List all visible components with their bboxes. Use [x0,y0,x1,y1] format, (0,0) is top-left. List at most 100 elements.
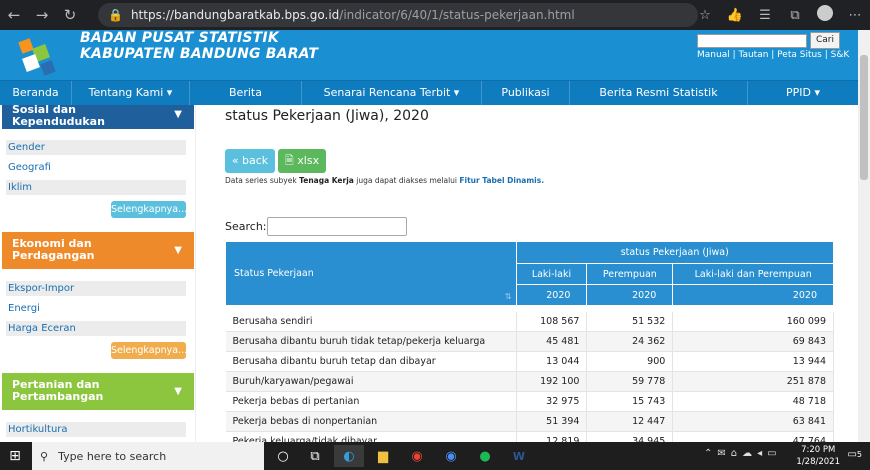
dynamic-table-link[interactable]: Fitur Tabel Dinamis. [459,176,544,185]
column-label: Status Pekerjaan [234,268,314,279]
sidebar-section-ekonomi[interactable]: Ekonomi dan Perdagangan ▼ [2,232,194,269]
cell-value: 69 843 [672,331,834,352]
table-search-label: Search: [225,220,267,233]
cell-value: 51 394 [516,411,588,432]
extension-icon[interactable]: 👍 [720,8,750,23]
sidebar-item-geografi[interactable]: Geografi [6,160,186,175]
table-row: Berusaha dibantu buruh tidak tetap/peker… [225,331,834,352]
clock-date: 1/28/2021 [796,457,840,467]
sidebar-section-pertanian[interactable]: Pertanian dan Pertambangan ▼ [2,373,194,410]
more-button-sosial[interactable]: Selengkapnya... [111,201,187,218]
cell-value: 51 532 [586,311,674,332]
bps-logo[interactable] [14,32,70,78]
table-row: Pekerja keluarga/tidak dibayar 12 819 34… [225,431,834,442]
nav-ppid[interactable]: PPID ▾ [748,81,858,105]
row-label: Pekerja bebas di nonpertanian [225,411,517,432]
row-label: Berusaha dibantu buruh tetap dan dibayar [225,351,517,372]
sidebar-section-label: Ekonomi dan Perdagangan [12,237,95,262]
row-label: Berusaha dibantu buruh tidak tetap/peker… [225,331,517,352]
sidebar-item-energi[interactable]: Energi [6,301,186,316]
sidebar-item-harga-eceran[interactable]: Harga Eceran [6,321,186,336]
system-tray-icons[interactable]: ⌃✉⌂☁◂▭ [704,448,782,459]
header-year[interactable]: 2020 [672,284,834,306]
task-view-icon[interactable]: ⧉ [300,445,330,467]
scrollbar-thumb[interactable] [860,55,868,180]
data-series-note: Data series subyek Tenaga Kerja juga dap… [225,176,544,185]
forward-arrow-icon[interactable]: → [28,0,56,30]
cell-value: 59 778 [586,371,674,392]
word-icon[interactable]: W [504,445,534,467]
profile-avatar[interactable] [810,5,840,25]
windows-start-icon[interactable]: ⊞ [0,442,30,470]
sidebar-item-hortikultura[interactable]: Hortikultura [6,422,186,437]
table-row: Buruh/karyawan/pegawai 192 100 59 778 25… [225,371,834,392]
header-laki-perempuan: Laki-laki dan Perempuan [672,263,834,285]
cell-value: 13 944 [672,351,834,372]
site-search-input[interactable] [697,34,807,48]
back-button[interactable]: « back [225,149,275,173]
sidebar-section-label: Pertanian dan Pertambangan [12,378,104,403]
header-year[interactable]: 2020 [586,284,674,306]
cell-value: 13 044 [516,351,588,372]
lock-icon: 🔒 [108,8,123,22]
table-row: Berusaha sendiri 108 567 51 532 160 099 [225,311,834,332]
utility-links[interactable]: Manual | Tautan | Peta Situs | S&K [697,50,849,60]
row-label: Berusaha sendiri [225,311,517,332]
main-content: status Pekerjaan (Jiwa), 2020 « back 🗎 x… [208,105,858,442]
notification-icon[interactable]: ▭5 [847,449,862,460]
sidebar-section-sosial[interactable]: Sosial dan Kependudukan ▼ [2,105,194,129]
header-group: status Pekerjaan (Jiwa) [515,241,835,264]
row-label: Pekerja bebas di pertanian [225,391,517,412]
file-explorer-icon[interactable]: ▆ [368,445,398,467]
browser-toolbar: ← → ↻ 🔒 https://bandungbaratkab.bps.go.i… [0,0,870,30]
main-nav: Beranda Tentang Kami ▾ Berita Senarai Re… [0,80,858,105]
header-perempuan: Perempuan [586,263,674,285]
more-button-ekonomi[interactable]: Selengkapnya... [111,342,187,359]
windows-taskbar: ⊞ ⚲ Type here to search ○ ⧉ ◐ ▆ ◉ ◉ ● W … [0,442,870,470]
reload-icon[interactable]: ↻ [56,0,84,30]
taskbar-clock[interactable]: 7:20 PM 1/28/2021 [796,444,840,468]
nav-berita[interactable]: Berita [190,81,302,105]
chrome-profile-icon[interactable]: ◉ [436,445,466,467]
cell-value: 48 718 [672,391,834,412]
taskbar-search[interactable]: ⚲ Type here to search [32,442,264,470]
nav-publikasi[interactable]: Publikasi [482,81,570,105]
back-arrow-icon[interactable]: ← [0,0,28,30]
table-row: Berusaha dibantu buruh tetap dan dibayar… [225,351,834,372]
xlsx-download-button[interactable]: 🗎 xlsx [278,149,326,173]
sidebar-item-iklim[interactable]: Iklim [6,180,186,195]
header-laki-laki: Laki-laki [515,263,588,285]
edge-icon[interactable]: ◐ [334,445,364,467]
site-search-button[interactable]: Cari [810,32,840,49]
chrome-icon[interactable]: ◉ [402,445,432,467]
cell-value: 15 743 [586,391,674,412]
note-subject: Tenaga Kerja [299,176,354,185]
sidebar-item-ekspor-impor[interactable]: Ekspor-Impor [6,281,186,296]
cell-value: 108 567 [516,311,588,332]
org-name-line1: BADAN PUSAT STATISTIK [80,30,279,46]
more-menu-icon[interactable]: ⋯ [840,8,870,23]
nav-tentang-kami[interactable]: Tentang Kami ▾ [72,81,190,105]
favorite-star-icon[interactable]: ☆ [690,8,720,23]
chevron-down-icon: ▼ [174,244,182,256]
sidebar: Sosial dan Kependudukan ▼ Gender Geograf… [0,105,196,442]
url-host: https://bandungbaratkab.bps.go.id [130,8,340,22]
nav-brs[interactable]: Berita Resmi Statistik [570,81,748,105]
search-icon: ⚲ [40,449,49,463]
header-year[interactable]: 2020 [515,284,588,306]
nav-senarai[interactable]: Senarai Rencana Terbit ▾ [302,81,482,105]
collections-icon[interactable]: ⧉ [780,8,810,23]
address-bar[interactable]: 🔒 https://bandungbaratkab.bps.go.id/indi… [98,3,698,27]
org-name-line2: KABUPATEN BANDUNG BARAT [80,46,319,62]
cortana-icon[interactable]: ○ [268,445,298,467]
table-search-input[interactable] [267,217,407,236]
sidebar-item-gender[interactable]: Gender [6,140,186,155]
cell-value: 45 481 [516,331,588,352]
header-status-pekerjaan[interactable]: Status Pekerjaan ⇅ [225,241,517,306]
favorites-icon[interactable]: ☰ [750,8,780,23]
site-header: BADAN PUSAT STATISTIK KABUPATEN BANDUNG … [0,30,858,80]
sidebar-section-label: Sosial dan Kependudukan [12,105,105,128]
cell-value: 24 362 [586,331,674,352]
nav-beranda[interactable]: Beranda [0,81,72,105]
spotify-icon[interactable]: ● [470,445,500,467]
